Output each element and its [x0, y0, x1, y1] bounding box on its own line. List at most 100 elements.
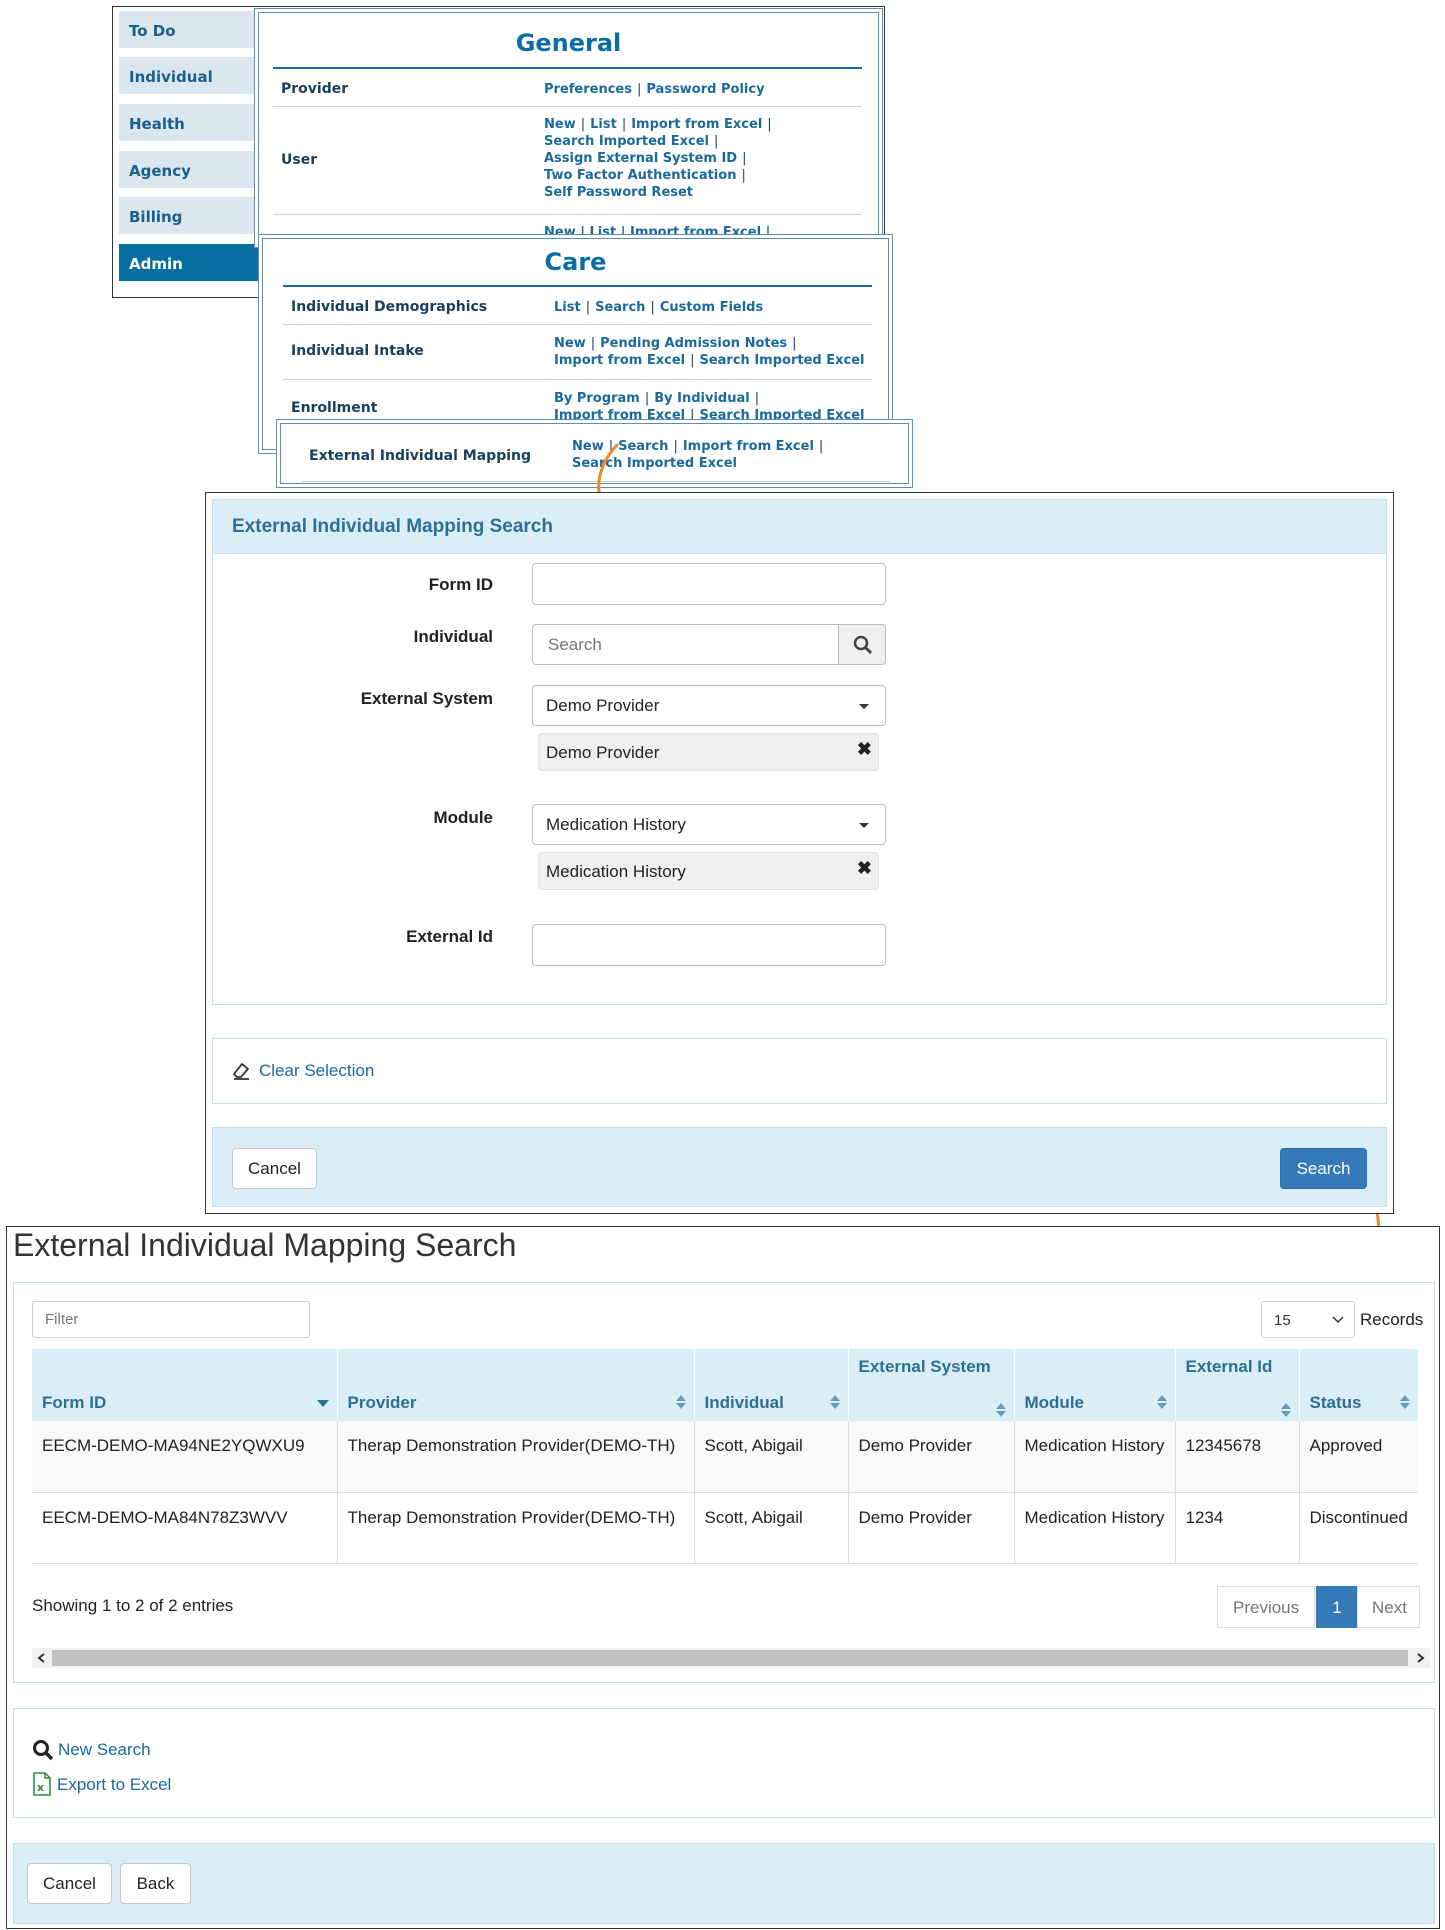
column-label: External Id [1185, 1357, 1273, 1376]
clear-selection-link[interactable]: Clear Selection [259, 1061, 374, 1081]
records-select[interactable]: 15 [1261, 1301, 1355, 1338]
caret-down-icon [859, 823, 869, 828]
link-preferences[interactable]: Preferences [544, 82, 632, 97]
link-user-new[interactable]: New [544, 117, 576, 132]
results-window: External Individual Mapping Search 15 Re… [6, 1226, 1440, 1929]
column-label: Form ID [42, 1393, 107, 1412]
care-row-intake: Individual Intake New | Pending Admission … [283, 325, 872, 380]
nav-tab-todo[interactable]: To Do [119, 11, 264, 48]
link-password-policy[interactable]: Password Policy [646, 82, 764, 97]
svg-text:x: x [37, 1781, 44, 1794]
cell-status: Approved [1299, 1421, 1418, 1493]
link-demographics-search[interactable]: Search [595, 300, 645, 315]
link-pending-admission[interactable]: Pending Admission Notes [600, 336, 787, 351]
link-self-password-reset[interactable]: Self Password Reset [544, 185, 693, 200]
col-header-external-id[interactable]: External Id [1175, 1349, 1300, 1421]
filter-input[interactable] [32, 1301, 310, 1338]
search-button[interactable]: Search [1280, 1148, 1367, 1189]
link-mapping-import[interactable]: Import from Excel [683, 439, 814, 454]
scrollbar-thumb[interactable] [52, 1650, 1408, 1666]
results-cancel-button[interactable]: Cancel [27, 1863, 112, 1904]
sort-desc-icon [316, 1400, 329, 1407]
link-custom-fields[interactable]: Custom Fields [660, 300, 763, 315]
chip-label: Medication History [546, 862, 686, 881]
search-icon [33, 1740, 54, 1761]
search-form-window: External Individual Mapping Search Form … [205, 492, 1394, 1214]
nav-tab-agency[interactable]: Agency [119, 151, 264, 188]
link-user-import-excel[interactable]: Import from Excel [631, 117, 762, 132]
sort-icon [1280, 1403, 1291, 1417]
cancel-button[interactable]: Cancel [232, 1148, 317, 1189]
cell-status: Discontinued [1299, 1492, 1418, 1564]
cell-external-id: 1234 [1175, 1492, 1300, 1564]
external-system-chip: Demo Provider ✖ [538, 733, 879, 771]
records-value: 15 [1274, 1312, 1291, 1329]
pagination-previous[interactable]: Previous [1217, 1586, 1316, 1628]
nav-tab-label: Billing [129, 208, 183, 226]
clear-selection-panel: Clear Selection [212, 1038, 1387, 1104]
export-excel-link[interactable]: Export to Excel [57, 1775, 171, 1795]
column-label: Module [1024, 1393, 1085, 1412]
general-title: General [515, 29, 622, 57]
form-id-input[interactable] [532, 563, 886, 605]
col-header-module[interactable]: Module [1014, 1349, 1176, 1421]
table-row[interactable]: EECM-DEMO-MA94NE2YQWXU9 Therap Demonstra… [32, 1421, 1418, 1493]
link-enroll-import[interactable]: Import from Excel [554, 408, 685, 423]
individual-search-button[interactable] [838, 625, 885, 664]
link-two-factor[interactable]: Two Factor Authentication [544, 168, 736, 183]
col-header-form-id[interactable]: Form ID [32, 1349, 338, 1421]
link-assign-external-id[interactable]: Assign External System ID [544, 151, 737, 166]
pagination-page-1[interactable]: 1 [1316, 1586, 1358, 1628]
individual-search-input[interactable] [533, 625, 839, 664]
results-title: External Individual Mapping Search [13, 1227, 517, 1263]
close-icon[interactable]: ✖ [857, 739, 872, 760]
link-intake-import[interactable]: Import from Excel [554, 353, 685, 368]
link-by-program[interactable]: By Program [554, 391, 640, 406]
search-form-footer: Cancel Search [212, 1127, 1387, 1207]
individual-search-group [532, 624, 886, 665]
link-user-search-imported[interactable]: Search Imported Excel [544, 134, 709, 149]
module-select[interactable]: Medication History [532, 804, 886, 845]
col-header-status[interactable]: Status [1299, 1349, 1418, 1421]
scroll-left-icon[interactable] [37, 1653, 45, 1663]
nav-tab-billing[interactable]: Billing [119, 197, 264, 234]
col-header-provider[interactable]: Provider [337, 1349, 695, 1421]
row-label: Individual Demographics [291, 299, 488, 315]
new-search-link[interactable]: New Search [58, 1740, 151, 1760]
link-intake-new[interactable]: New [554, 336, 586, 351]
col-header-individual[interactable]: Individual [694, 1349, 849, 1421]
module-selected: Medication History [546, 815, 686, 834]
nav-tab-health[interactable]: Health [119, 104, 264, 141]
link-by-individual[interactable]: By Individual [654, 391, 749, 406]
form-id-label: Form ID [428, 575, 493, 594]
care-menu-card: Care Individual Demographics List | Search… [262, 238, 889, 450]
general-row-user: User New | List | Import from Excel | Search … [273, 107, 862, 215]
external-id-input[interactable] [532, 924, 886, 966]
close-icon[interactable]: ✖ [857, 858, 872, 879]
results-footer: Cancel Back [13, 1843, 1435, 1924]
link-demographics-list[interactable]: List [554, 300, 581, 315]
link-intake-search-imported[interactable]: Search Imported Excel [699, 353, 864, 368]
chevron-down-icon [1332, 1316, 1344, 1324]
table-row[interactable]: EECM-DEMO-MA84N78Z3WVV Therap Demonstrat… [32, 1492, 1418, 1564]
link-user-list[interactable]: List [590, 117, 617, 132]
records-label: Records [1360, 1310, 1424, 1329]
nav-tab-label: Individual [129, 68, 213, 86]
nav-tab-admin[interactable]: Admin [119, 244, 264, 281]
nav-tab-individual[interactable]: Individual [119, 57, 264, 94]
pagination-next[interactable]: Next [1357, 1586, 1420, 1628]
chip-label: Demo Provider [546, 743, 660, 762]
care-row-demographics: Individual Demographics List | Search | Cust… [283, 287, 872, 325]
sort-icon [829, 1395, 840, 1409]
cell-provider: Therap Demonstration Provider(DEMO-TH) [337, 1421, 695, 1493]
showing-entries: Showing 1 to 2 of 2 entries [32, 1596, 234, 1615]
search-form-body: Form ID Individual External System Demo … [212, 553, 1387, 1005]
col-header-external-system[interactable]: External System [848, 1349, 1015, 1421]
link-enroll-search-imported[interactable]: Search Imported Excel [699, 408, 864, 423]
scroll-right-icon[interactable] [1417, 1653, 1425, 1663]
back-button[interactable]: Back [120, 1863, 191, 1904]
horizontal-scrollbar[interactable] [32, 1648, 1430, 1668]
cell-individual: Scott, Abigail [694, 1421, 849, 1493]
external-system-select[interactable]: Demo Provider [532, 685, 886, 726]
sort-icon [1399, 1395, 1410, 1409]
